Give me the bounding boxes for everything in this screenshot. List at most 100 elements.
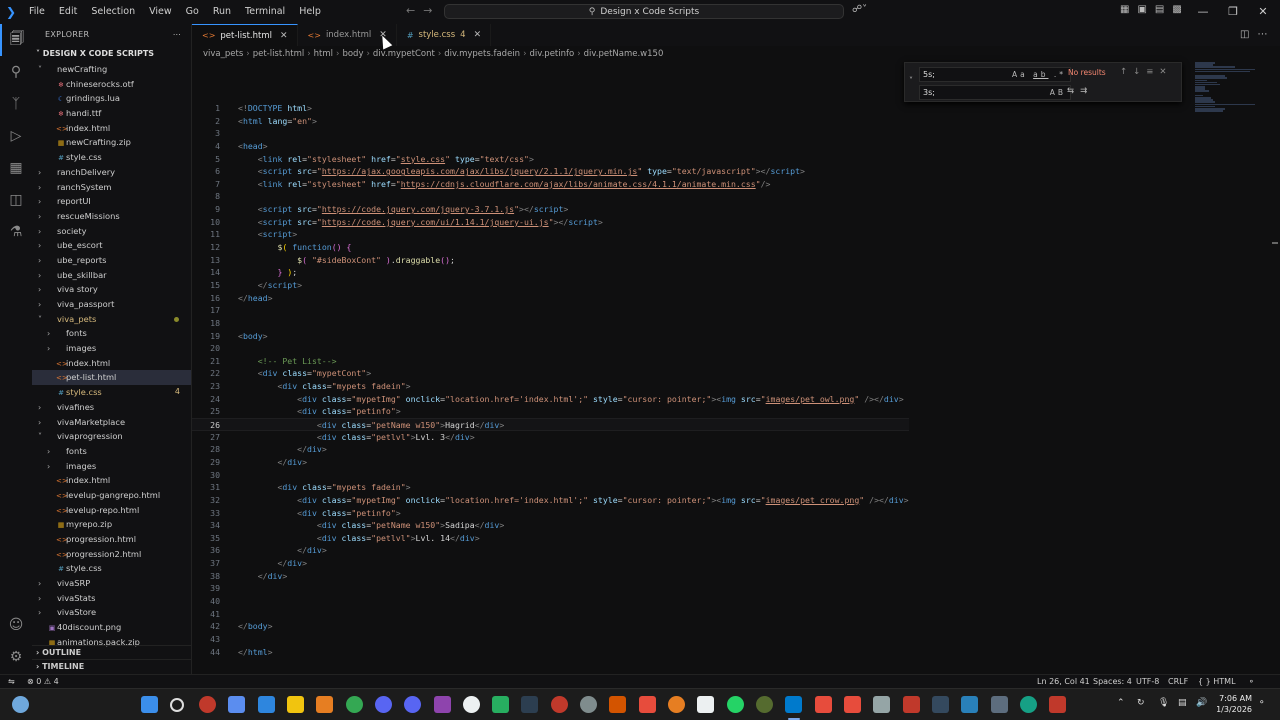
notion-icon[interactable] [697, 696, 714, 713]
code-line[interactable]: 38 </div> [192, 570, 909, 583]
close-tab-icon[interactable]: ✕ [280, 31, 288, 41]
code-line[interactable]: 15 </script> [192, 279, 909, 292]
line-content[interactable]: </div> [220, 570, 288, 583]
app-icon-8[interactable] [756, 696, 773, 713]
tray-volume-icon[interactable]: 🔊 [1196, 698, 1207, 708]
line-content[interactable]: <div class="petName w150">Sadipa</div> [220, 519, 504, 532]
code-line[interactable]: 9 <script src="https://code.jquery.com/j… [192, 203, 909, 216]
app-icon-5[interactable] [609, 696, 626, 713]
whatsapp-icon[interactable] [727, 696, 744, 713]
close-window-icon[interactable]: ✕ [1248, 0, 1278, 24]
account-icon[interactable]: ☺ [0, 609, 32, 641]
sublime-icon[interactable] [316, 696, 333, 713]
app-icon-6[interactable] [639, 696, 656, 713]
app-icon-1[interactable] [434, 696, 451, 713]
menu-selection[interactable]: Selection [84, 0, 142, 24]
folder-item[interactable]: › ranchSystem [32, 180, 191, 195]
encoding-status[interactable]: UTF-8 [1136, 675, 1159, 688]
folder-item[interactable]: › images [32, 341, 191, 356]
folder-item[interactable]: › ube_skillbar [32, 268, 191, 283]
line-content[interactable]: </div> [220, 557, 307, 570]
folder-item[interactable]: › ube_escort [32, 238, 191, 253]
code-line[interactable]: 10 <script src="https://code.jquery.com/… [192, 216, 909, 229]
eol-status[interactable]: CRLF [1168, 675, 1188, 688]
file-item[interactable]: ☾ grindings.lua [32, 91, 191, 106]
line-content[interactable]: <div class="mypetCont"> [220, 367, 371, 380]
code-line[interactable]: 24 <div class="mypetImg" onclick="locati… [192, 393, 909, 406]
app-icon-12[interactable] [961, 696, 978, 713]
line-content[interactable]: $( "#sideBoxCont" ).draggable(); [220, 254, 455, 267]
line-content[interactable]: <div class="mypets fadein"> [220, 380, 410, 393]
line-content[interactable]: <div class="mypetImg" onclick="location.… [220, 494, 908, 507]
breadcrumb-item[interactable]: div.petName.w150 [584, 49, 664, 59]
line-content[interactable]: <div class="petinfo"> [220, 405, 401, 418]
minimize-icon[interactable]: — [1188, 0, 1218, 24]
notifications-icon[interactable]: ⚬ [1248, 675, 1255, 688]
replace-input[interactable]: 3s; AB [919, 85, 1071, 100]
file-item[interactable]: <>levelup-gangrepo.html [32, 488, 191, 503]
code-line[interactable]: 43 [192, 633, 909, 646]
remote-icon[interactable]: ⇋ [8, 675, 15, 688]
taskbar-clock[interactable]: 7:06 AM 1/3/2026 [1210, 693, 1252, 715]
folder-item[interactable]: › ube_reports [32, 253, 191, 268]
breadcrumb-item[interactable]: div.mypetCont [373, 49, 435, 59]
line-content[interactable]: </div> [220, 456, 307, 469]
line-content[interactable]: <link rel="stylesheet" href="style.css" … [220, 153, 534, 166]
breadcrumb-item[interactable]: html [314, 49, 333, 59]
menu-view[interactable]: View [142, 0, 179, 24]
file-item[interactable]: # style.css [32, 150, 191, 165]
close-tab-icon[interactable]: ✕ [474, 30, 482, 40]
testing-icon[interactable]: ⚗ [0, 216, 32, 248]
line-content[interactable] [220, 608, 238, 621]
code-line[interactable]: 2 <html lang="en"> [192, 115, 909, 128]
code-line[interactable]: 37 </div> [192, 557, 909, 570]
code-lines[interactable]: 1 <!DOCTYPE html> 2 <html lang="en"> 3 4 <head… [192, 102, 909, 658]
line-content[interactable]: <head> [220, 140, 268, 153]
breadcrumb-item[interactable]: pet-list.html [253, 49, 305, 59]
code-line[interactable]: 4 <head> [192, 140, 909, 153]
folder-item[interactable]: ˅ vivaprogression [32, 429, 191, 444]
app-icon-7[interactable] [668, 696, 685, 713]
code-line[interactable]: 41 [192, 608, 909, 621]
code-line[interactable]: 26 <div class="petName w150">Hagrid</div… [192, 418, 909, 431]
vscode-taskbar-icon[interactable] [785, 696, 802, 713]
line-content[interactable]: </div> [220, 544, 327, 557]
menu-help[interactable]: Help [292, 0, 328, 24]
file-item[interactable]: # style.css 4 [32, 385, 191, 400]
code-line[interactable]: 35 <div class="petlvl">Lvl. 14</div> [192, 532, 909, 545]
remote-explorer-icon[interactable]: ◫ [0, 184, 32, 216]
start-button-icon[interactable] [141, 696, 158, 713]
code-line[interactable]: 27 <div class="petlvl">Lvl. 3</div> [192, 431, 909, 444]
line-content[interactable]: <div class="petlvl">Lvl. 3</div> [220, 431, 475, 444]
line-content[interactable] [220, 342, 238, 355]
code-line[interactable]: 32 <div class="mypetImg" onclick="locati… [192, 494, 908, 507]
folder-item[interactable]: › images [32, 459, 191, 474]
app-icon-4[interactable] [580, 696, 597, 713]
outline-section[interactable]: › OUTLINE [32, 645, 191, 659]
run-debug-icon[interactable]: ▷ [0, 120, 32, 152]
minimap[interactable] [1195, 62, 1270, 122]
menu-go[interactable]: Go [179, 0, 206, 24]
code-line[interactable]: 31 <div class="mypets fadein"> [192, 481, 909, 494]
code-line[interactable]: 25 <div class="petinfo"> [192, 405, 909, 418]
folder-item[interactable]: › viva story [32, 282, 191, 297]
code-line[interactable]: 5 <link rel="stylesheet" href="style.css… [192, 153, 909, 166]
app-icon-10[interactable] [844, 696, 861, 713]
source-control-icon[interactable]: ᛉ [0, 88, 32, 120]
line-content[interactable]: </div> [220, 443, 327, 456]
file-item[interactable]: <>progression2.html [32, 547, 191, 562]
search-view-icon[interactable]: ⚲ [0, 56, 32, 88]
file-item[interactable]: ▦ myrepo.zip [32, 517, 191, 532]
line-content[interactable]: <script src="https://code.jquery.com/jqu… [220, 203, 569, 216]
app-icon-3[interactable] [551, 696, 568, 713]
opera-icon[interactable] [199, 696, 216, 713]
code-line[interactable]: 34 <div class="petName w150">Sadipa</div… [192, 519, 909, 532]
cursor-position[interactable]: Ln 26, Col 41 [1037, 675, 1090, 688]
preserve-case-icon[interactable]: AB [1050, 86, 1066, 99]
folder-item[interactable]: › rescueMissions [32, 209, 191, 224]
code-line[interactable]: 36 </div> [192, 544, 909, 557]
folder-item[interactable]: › vivaStats [32, 591, 191, 606]
problems-status[interactable]: ⊗ 0 ⚠ 4 [27, 675, 59, 688]
folder-item[interactable]: › fonts [32, 326, 191, 341]
language-status[interactable]: { } HTML [1198, 675, 1236, 688]
